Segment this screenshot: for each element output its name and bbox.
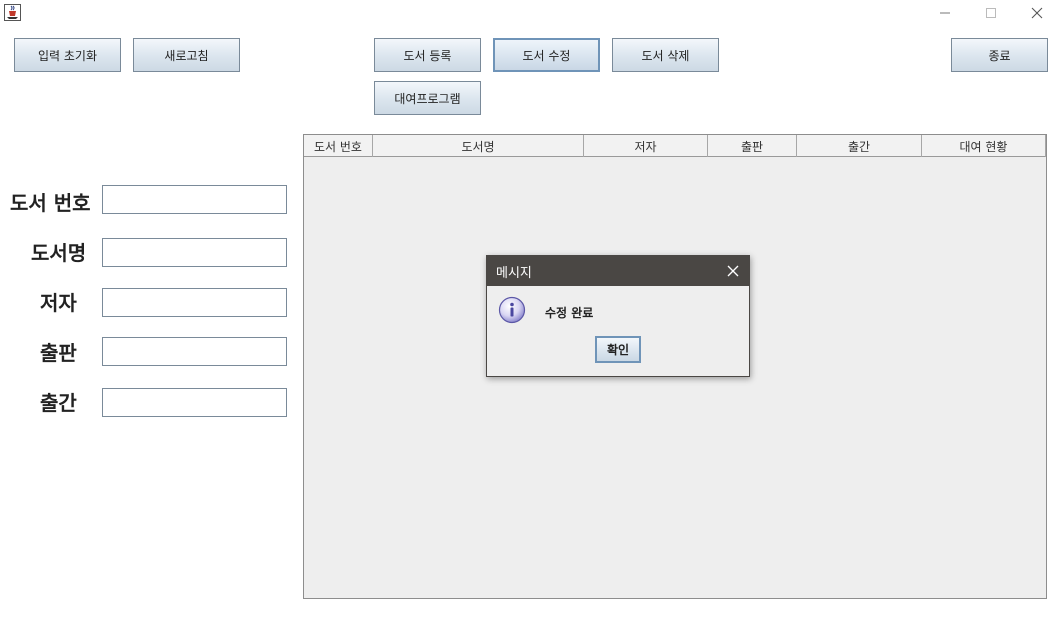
dialog-message: 수정 완료 [545,306,594,320]
minimize-button[interactable] [922,0,968,26]
author-label: 저자 [40,291,77,315]
book-number-label: 도서 번호 [10,191,91,215]
close-icon [1031,7,1043,19]
maximize-icon [986,8,996,18]
column-header-title[interactable]: 도서명 [373,135,584,157]
reset-input-button[interactable]: 입력 초기화 [14,38,121,72]
register-book-button[interactable]: 도서 등록 [374,38,481,72]
pubdate-label: 출간 [40,391,77,415]
book-number-field[interactable] [102,185,287,214]
close-icon [727,265,739,277]
delete-book-button[interactable]: 도서 삭제 [612,38,719,72]
table-header: 도서 번호 도서명 저자 출판 출간 대여 현황 [304,135,1046,157]
column-header-publisher[interactable]: 출판 [708,135,797,157]
ok-button[interactable]: 확인 [595,336,641,363]
column-header-rental-status[interactable]: 대여 현황 [922,135,1046,157]
rental-program-button[interactable]: 대여프로그램 [374,81,481,115]
publisher-field[interactable] [102,337,287,366]
refresh-button[interactable]: 새로고침 [133,38,240,72]
publisher-label: 출판 [40,341,77,365]
close-window-button[interactable] [1014,0,1054,26]
column-header-pubdate[interactable]: 출간 [797,135,922,157]
dialog-title: 메시지 [496,265,532,281]
info-icon [498,296,526,324]
column-header-author[interactable]: 저자 [584,135,708,157]
edit-book-button[interactable]: 도서 수정 [493,38,600,72]
maximize-button[interactable] [968,0,1014,26]
title-field[interactable] [102,238,287,267]
author-field[interactable] [102,288,287,317]
java-cup-icon [4,4,21,21]
column-header-book-number[interactable]: 도서 번호 [304,135,373,157]
dialog-title-bar[interactable]: 메시지 [487,256,749,286]
title-label: 도서명 [31,241,87,265]
message-dialog: 메시지 수정 완료 확인 [486,255,750,377]
pubdate-field[interactable] [102,388,287,417]
exit-button[interactable]: 종료 [951,38,1048,72]
dialog-close-button[interactable] [725,263,741,279]
minimize-icon [940,12,950,14]
